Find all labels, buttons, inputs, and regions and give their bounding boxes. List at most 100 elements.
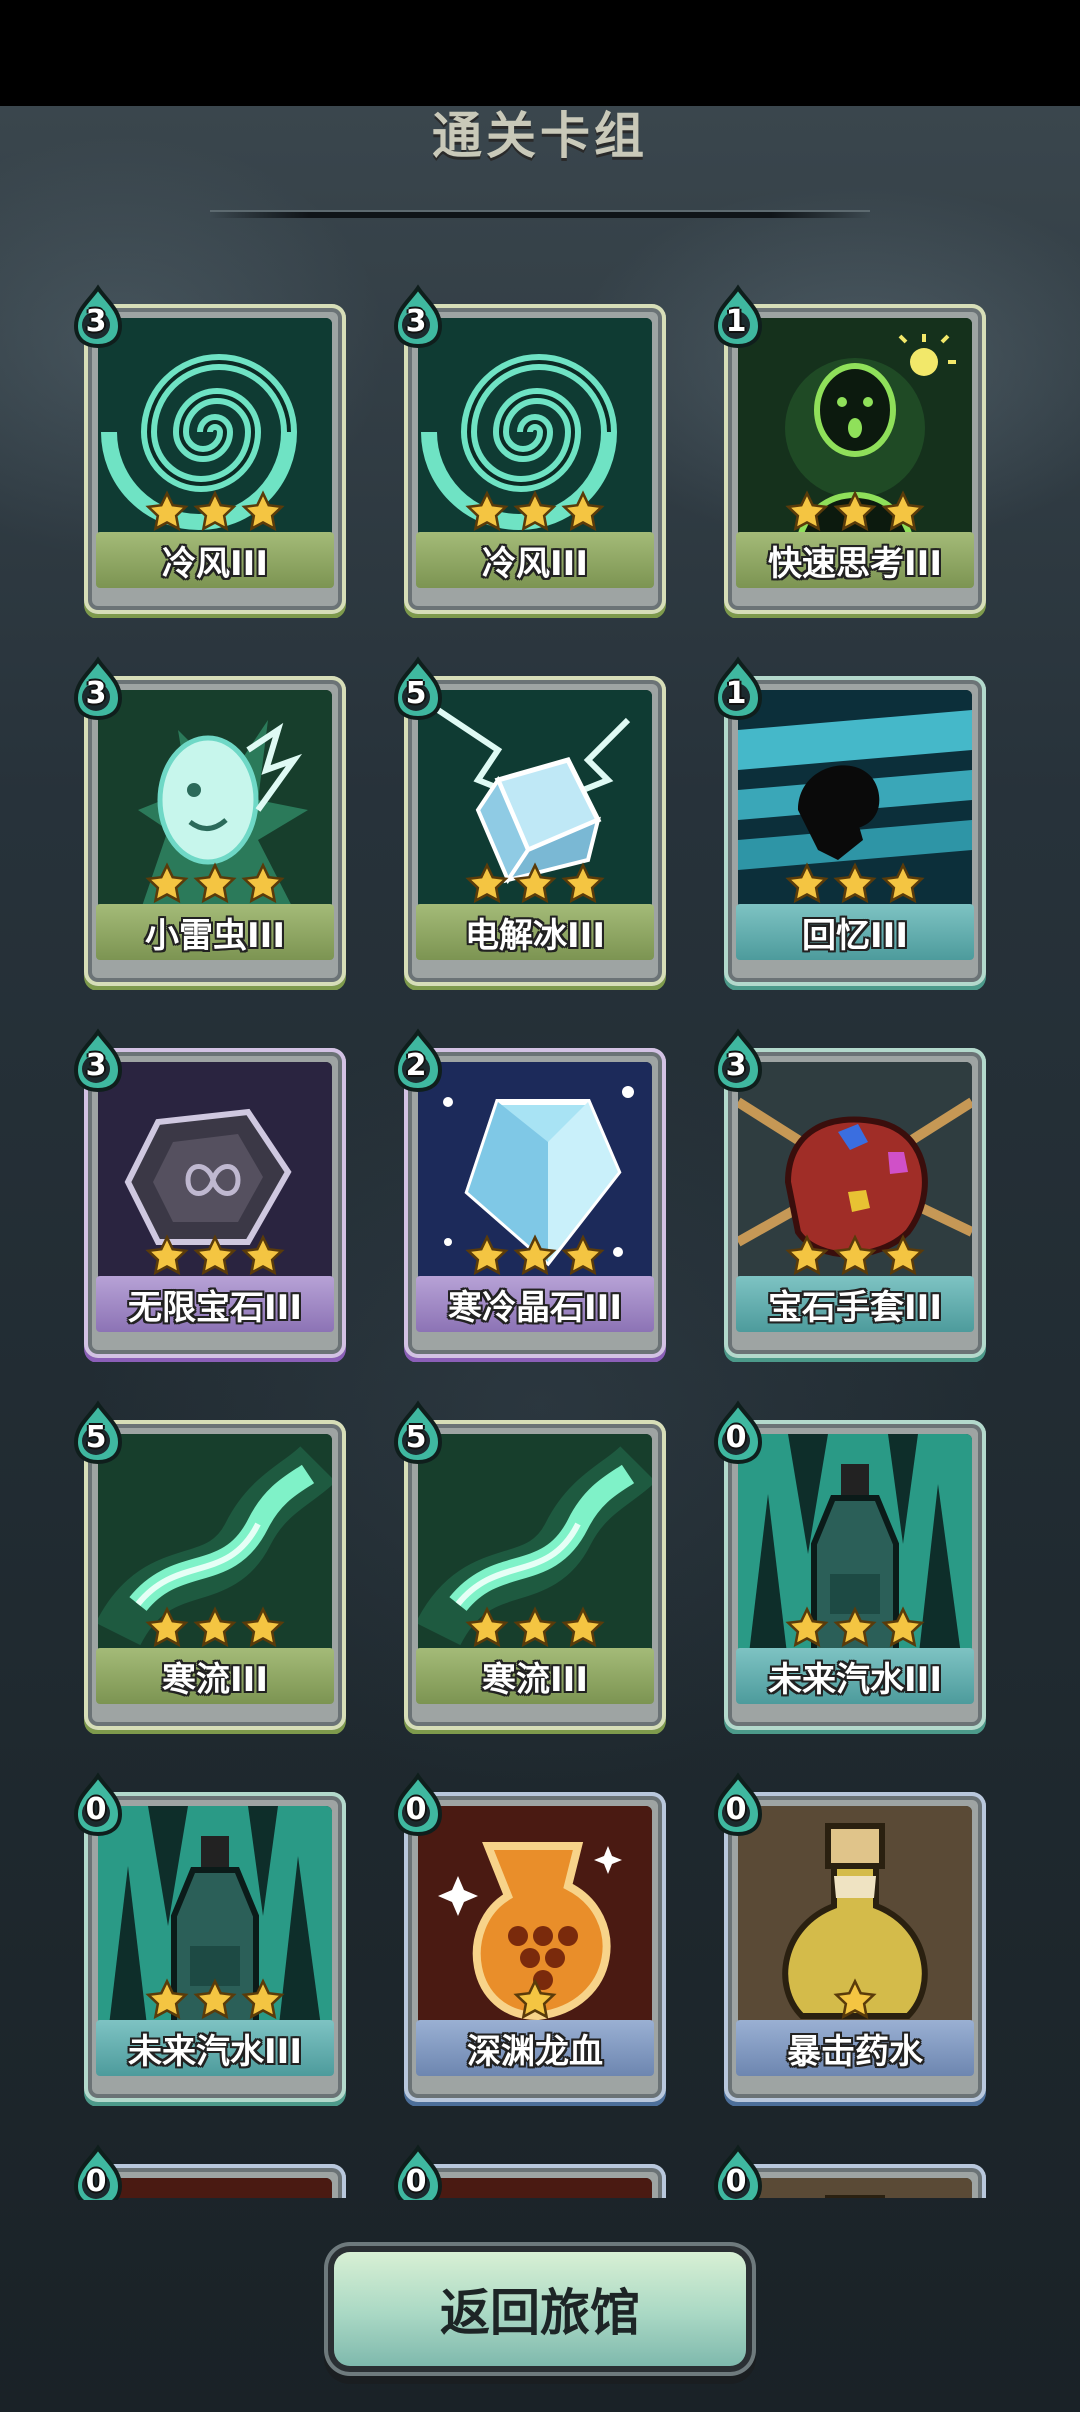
mana-cost-value: 3: [85, 304, 107, 339]
mana-cost-drop-icon: 0: [710, 1772, 766, 1838]
mana-cost-drop-icon: 0: [710, 1400, 766, 1466]
star-icon: [785, 1606, 829, 1650]
card-name: 快速思考III: [736, 532, 974, 588]
mana-cost-value: 0: [725, 2164, 747, 2199]
card-name: 未来汽水III: [96, 2020, 334, 2076]
card-name: 冷风III: [96, 532, 334, 588]
star-icon: [145, 1234, 189, 1278]
mana-cost-value: 1: [725, 304, 747, 339]
card-name: 未来汽水III: [736, 1648, 974, 1704]
card-stars: [416, 1606, 654, 1652]
star-icon: [881, 1234, 925, 1278]
mana-cost-drop-icon: 5: [390, 1400, 446, 1466]
card-name: 宝石手套III: [736, 1276, 974, 1332]
mana-cost-value: 0: [405, 1792, 427, 1827]
mana-cost-value: 3: [405, 304, 427, 339]
card-grid[interactable]: 冷风III 3 冷风III 3 快速思考III 1 小雷虫III 3 电解冰III 5 回忆III 1…: [0, 0, 1080, 2200]
star-icon: [561, 1234, 605, 1278]
star-icon: [193, 862, 237, 906]
star-icon: [833, 490, 877, 534]
star-icon: [513, 490, 557, 534]
star-icon: [833, 1606, 877, 1650]
card-name: 深渊龙血: [416, 2020, 654, 2076]
mana-cost-drop-icon: 3: [70, 284, 126, 350]
card-stars: [736, 1978, 974, 2024]
mana-cost-value: 0: [725, 1792, 747, 1827]
star-icon: [513, 1234, 557, 1278]
star-icon: [881, 862, 925, 906]
mana-cost-value: 0: [85, 2164, 107, 2199]
star-icon: [561, 490, 605, 534]
star-icon: [881, 490, 925, 534]
mana-cost-drop-icon: 3: [70, 1028, 126, 1094]
star-icon: [241, 490, 285, 534]
card-name: 寒冷晶石III: [416, 1276, 654, 1332]
mana-cost-value: 2: [405, 1048, 427, 1083]
star-icon: [145, 1978, 189, 2022]
card-art-crit-potion: [738, 2178, 972, 2198]
card-stars: [736, 1234, 974, 1280]
mana-cost-drop-icon: 5: [70, 1400, 126, 1466]
card-name: 冷风III: [416, 532, 654, 588]
star-icon: [785, 1234, 829, 1278]
card-art-dragon-blood: [418, 2178, 652, 2198]
star-icon: [193, 1234, 237, 1278]
return-to-inn-button[interactable]: 返回旅馆: [334, 2252, 746, 2366]
card-art-dragon-blood: [98, 2178, 332, 2198]
mana-cost-drop-icon: 3: [710, 1028, 766, 1094]
mana-cost-value: 1: [725, 676, 747, 711]
card-stars: [96, 1234, 334, 1280]
mana-cost-value: 3: [725, 1048, 747, 1083]
mana-cost-value: 0: [405, 2164, 427, 2199]
star-icon: [241, 1606, 285, 1650]
mana-cost-drop-icon: 1: [710, 284, 766, 350]
star-icon: [785, 862, 829, 906]
card-stars: [96, 1606, 334, 1652]
card-name: 寒流III: [416, 1648, 654, 1704]
star-icon: [881, 1606, 925, 1650]
star-icon: [833, 862, 877, 906]
star-icon: [193, 490, 237, 534]
mana-cost-drop-icon: 0: [710, 2144, 766, 2200]
mana-cost-drop-icon: 1: [710, 656, 766, 722]
card-name: 电解冰III: [416, 904, 654, 960]
star-icon: [241, 1234, 285, 1278]
mana-cost-value: 0: [725, 1420, 747, 1455]
card-stars: [96, 1978, 334, 2024]
card-name: 小雷虫III: [96, 904, 334, 960]
card-stars: [416, 490, 654, 536]
star-icon: [513, 1978, 557, 2022]
star-icon: [833, 1234, 877, 1278]
mana-cost-value: 5: [85, 1420, 107, 1455]
mana-cost-value: 0: [85, 1792, 107, 1827]
mana-cost-value: 3: [85, 1048, 107, 1083]
star-icon: [465, 1234, 509, 1278]
star-icon: [145, 490, 189, 534]
card-name: 寒流III: [96, 1648, 334, 1704]
card-stars: [416, 862, 654, 908]
card-stars: [96, 490, 334, 536]
card-name: 暴击药水: [736, 2020, 974, 2076]
star-icon: [561, 862, 605, 906]
card-stars: [416, 1234, 654, 1280]
card-name: 回忆III: [736, 904, 974, 960]
mana-cost-drop-icon: 0: [70, 2144, 126, 2200]
star-icon: [145, 1606, 189, 1650]
card-stars: [416, 1978, 654, 2024]
mana-cost-drop-icon: 0: [390, 2144, 446, 2200]
card-stars: [736, 862, 974, 908]
mana-cost-drop-icon: 0: [390, 1772, 446, 1838]
star-icon: [241, 1978, 285, 2022]
mana-cost-drop-icon: 3: [390, 284, 446, 350]
mana-cost-value: 3: [85, 676, 107, 711]
mana-cost-drop-icon: 2: [390, 1028, 446, 1094]
star-icon: [193, 1978, 237, 2022]
card-stars: [736, 490, 974, 536]
card-stars: [736, 1606, 974, 1652]
card-name: 无限宝石III: [96, 1276, 334, 1332]
star-icon: [833, 1978, 877, 2022]
star-icon: [193, 1606, 237, 1650]
star-icon: [561, 1606, 605, 1650]
star-icon: [785, 490, 829, 534]
star-icon: [465, 490, 509, 534]
